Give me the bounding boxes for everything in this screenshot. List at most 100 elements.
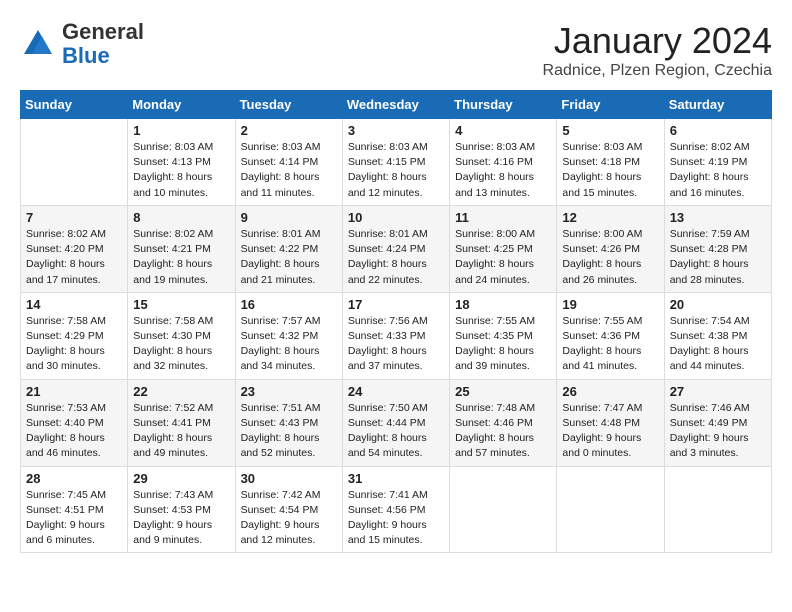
month-title: January 2024	[543, 20, 772, 62]
title-block: January 2024 Radnice, Plzen Region, Czec…	[543, 20, 772, 80]
logo-blue: Blue	[62, 43, 110, 68]
day-info: Sunrise: 8:00 AM Sunset: 4:25 PM Dayligh…	[455, 227, 551, 288]
day-number: 15	[133, 297, 229, 312]
day-info: Sunrise: 8:03 AM Sunset: 4:15 PM Dayligh…	[348, 140, 444, 201]
calendar-cell: 5 Sunrise: 8:03 AM Sunset: 4:18 PM Daylig…	[557, 119, 664, 206]
calendar-cell: 16Sunrise: 7:57 AM Sunset: 4:32 PM Dayli…	[235, 292, 342, 379]
calendar-cell: 1 Sunrise: 8:03 AM Sunset: 4:13 PM Daylig…	[128, 119, 235, 206]
calendar-cell: 10 Sunrise: 8:01 AM Sunset: 4:24 PM Dayli…	[342, 205, 449, 292]
day-info: Sunrise: 7:43 AM Sunset: 4:53 PM Dayligh…	[133, 488, 229, 549]
calendar-week-row: 21 Sunrise: 7:53 AM Sunset: 4:40 PM Dayli…	[21, 379, 772, 466]
day-info: Sunrise: 8:02 AM Sunset: 4:19 PM Dayligh…	[670, 140, 766, 201]
day-number: 21	[26, 384, 122, 399]
day-info: Sunrise: 8:03 AM Sunset: 4:13 PM Dayligh…	[133, 140, 229, 201]
day-number: 19	[562, 297, 658, 312]
logo-general: General	[62, 19, 144, 44]
calendar-cell: 26 Sunrise: 7:47 AM Sunset: 4:48 PM Dayli…	[557, 379, 664, 466]
day-of-week-header: Wednesday	[342, 91, 449, 119]
calendar-week-row: 14 Sunrise: 7:58 AM Sunset: 4:29 PM Dayli…	[21, 292, 772, 379]
day-info: Sunrise: 8:02 AM Sunset: 4:20 PM Dayligh…	[26, 227, 122, 288]
calendar-cell: 13 Sunrise: 7:59 AM Sunset: 4:28 PM Dayli…	[664, 205, 771, 292]
calendar-cell: 7 Sunrise: 8:02 AM Sunset: 4:20 PM Daylig…	[21, 205, 128, 292]
day-number: 18	[455, 297, 551, 312]
day-number: 30	[241, 471, 337, 486]
calendar-cell: 6 Sunrise: 8:02 AM Sunset: 4:19 PM Daylig…	[664, 119, 771, 206]
day-of-week-header: Thursday	[450, 91, 557, 119]
day-info: Sunrise: 8:03 AM Sunset: 4:16 PM Dayligh…	[455, 140, 551, 201]
calendar-cell: 27 Sunrise: 7:46 AM Sunset: 4:49 PM Dayli…	[664, 379, 771, 466]
calendar-cell	[664, 466, 771, 553]
calendar-week-row: 7 Sunrise: 8:02 AM Sunset: 4:20 PM Daylig…	[21, 205, 772, 292]
day-info: Sunrise: 7:52 AM Sunset: 4:41 PM Dayligh…	[133, 401, 229, 462]
day-number: 28	[26, 471, 122, 486]
calendar-cell: 25 Sunrise: 7:48 AM Sunset: 4:46 PM Dayli…	[450, 379, 557, 466]
day-number: 17	[348, 297, 444, 312]
calendar-cell: 19 Sunrise: 7:55 AM Sunset: 4:36 PM Dayli…	[557, 292, 664, 379]
day-number: 20	[670, 297, 766, 312]
calendar-cell: 28 Sunrise: 7:45 AM Sunset: 4:51 PM Dayli…	[21, 466, 128, 553]
day-of-week-header: Tuesday	[235, 91, 342, 119]
day-number: 1	[133, 123, 229, 138]
day-number: 10	[348, 210, 444, 225]
day-info: Sunrise: 7:57 AM Sunset: 4:32 PM Dayligh…	[241, 314, 337, 375]
day-number: 3	[348, 123, 444, 138]
location-subtitle: Radnice, Plzen Region, Czechia	[543, 62, 772, 80]
day-number: 27	[670, 384, 766, 399]
calendar-table: SundayMondayTuesdayWednesdayThursdayFrid…	[20, 90, 772, 553]
day-info: Sunrise: 7:41 AM Sunset: 4:56 PM Dayligh…	[348, 488, 444, 549]
calendar-cell: 29 Sunrise: 7:43 AM Sunset: 4:53 PM Dayli…	[128, 466, 235, 553]
page-header: General Blue January 2024 Radnice, Plzen…	[20, 20, 772, 80]
day-number: 5	[562, 123, 658, 138]
calendar-cell: 20 Sunrise: 7:54 AM Sunset: 4:38 PM Dayli…	[664, 292, 771, 379]
calendar-cell: 15Sunrise: 7:58 AM Sunset: 4:30 PM Dayli…	[128, 292, 235, 379]
day-info: Sunrise: 7:56 AM Sunset: 4:33 PM Dayligh…	[348, 314, 444, 375]
day-info: Sunrise: 7:54 AM Sunset: 4:38 PM Dayligh…	[670, 314, 766, 375]
calendar-cell: 24Sunrise: 7:50 AM Sunset: 4:44 PM Dayli…	[342, 379, 449, 466]
day-number: 9	[241, 210, 337, 225]
day-number: 24	[348, 384, 444, 399]
day-info: Sunrise: 7:51 AM Sunset: 4:43 PM Dayligh…	[241, 401, 337, 462]
day-number: 6	[670, 123, 766, 138]
calendar-cell: 17 Sunrise: 7:56 AM Sunset: 4:33 PM Dayli…	[342, 292, 449, 379]
calendar-cell	[21, 119, 128, 206]
day-number: 7	[26, 210, 122, 225]
day-info: Sunrise: 7:59 AM Sunset: 4:28 PM Dayligh…	[670, 227, 766, 288]
day-number: 23	[241, 384, 337, 399]
day-of-week-header: Sunday	[21, 91, 128, 119]
calendar-cell: 2Sunrise: 8:03 AM Sunset: 4:14 PM Daylig…	[235, 119, 342, 206]
calendar-cell: 4 Sunrise: 8:03 AM Sunset: 4:16 PM Daylig…	[450, 119, 557, 206]
logo-text: General Blue	[62, 20, 144, 68]
day-number: 25	[455, 384, 551, 399]
calendar-cell: 11Sunrise: 8:00 AM Sunset: 4:25 PM Dayli…	[450, 205, 557, 292]
day-info: Sunrise: 7:48 AM Sunset: 4:46 PM Dayligh…	[455, 401, 551, 462]
calendar-cell: 3 Sunrise: 8:03 AM Sunset: 4:15 PM Daylig…	[342, 119, 449, 206]
calendar-cell: 21 Sunrise: 7:53 AM Sunset: 4:40 PM Dayli…	[21, 379, 128, 466]
day-info: Sunrise: 7:55 AM Sunset: 4:35 PM Dayligh…	[455, 314, 551, 375]
calendar-cell: 30Sunrise: 7:42 AM Sunset: 4:54 PM Dayli…	[235, 466, 342, 553]
day-info: Sunrise: 7:45 AM Sunset: 4:51 PM Dayligh…	[26, 488, 122, 549]
calendar-week-row: 28 Sunrise: 7:45 AM Sunset: 4:51 PM Dayli…	[21, 466, 772, 553]
day-info: Sunrise: 8:01 AM Sunset: 4:24 PM Dayligh…	[348, 227, 444, 288]
day-number: 12	[562, 210, 658, 225]
day-info: Sunrise: 7:46 AM Sunset: 4:49 PM Dayligh…	[670, 401, 766, 462]
calendar-cell: 12Sunrise: 8:00 AM Sunset: 4:26 PM Dayli…	[557, 205, 664, 292]
calendar-cell: 31Sunrise: 7:41 AM Sunset: 4:56 PM Dayli…	[342, 466, 449, 553]
day-number: 29	[133, 471, 229, 486]
day-info: Sunrise: 8:01 AM Sunset: 4:22 PM Dayligh…	[241, 227, 337, 288]
day-of-week-header: Friday	[557, 91, 664, 119]
logo-icon	[20, 26, 56, 62]
logo: General Blue	[20, 20, 144, 68]
day-number: 13	[670, 210, 766, 225]
day-number: 26	[562, 384, 658, 399]
day-info: Sunrise: 7:55 AM Sunset: 4:36 PM Dayligh…	[562, 314, 658, 375]
day-number: 4	[455, 123, 551, 138]
calendar-cell	[557, 466, 664, 553]
day-info: Sunrise: 8:03 AM Sunset: 4:18 PM Dayligh…	[562, 140, 658, 201]
calendar-header-row: SundayMondayTuesdayWednesdayThursdayFrid…	[21, 91, 772, 119]
day-number: 14	[26, 297, 122, 312]
day-number: 22	[133, 384, 229, 399]
day-of-week-header: Monday	[128, 91, 235, 119]
day-info: Sunrise: 7:58 AM Sunset: 4:29 PM Dayligh…	[26, 314, 122, 375]
day-info: Sunrise: 7:53 AM Sunset: 4:40 PM Dayligh…	[26, 401, 122, 462]
day-info: Sunrise: 7:47 AM Sunset: 4:48 PM Dayligh…	[562, 401, 658, 462]
